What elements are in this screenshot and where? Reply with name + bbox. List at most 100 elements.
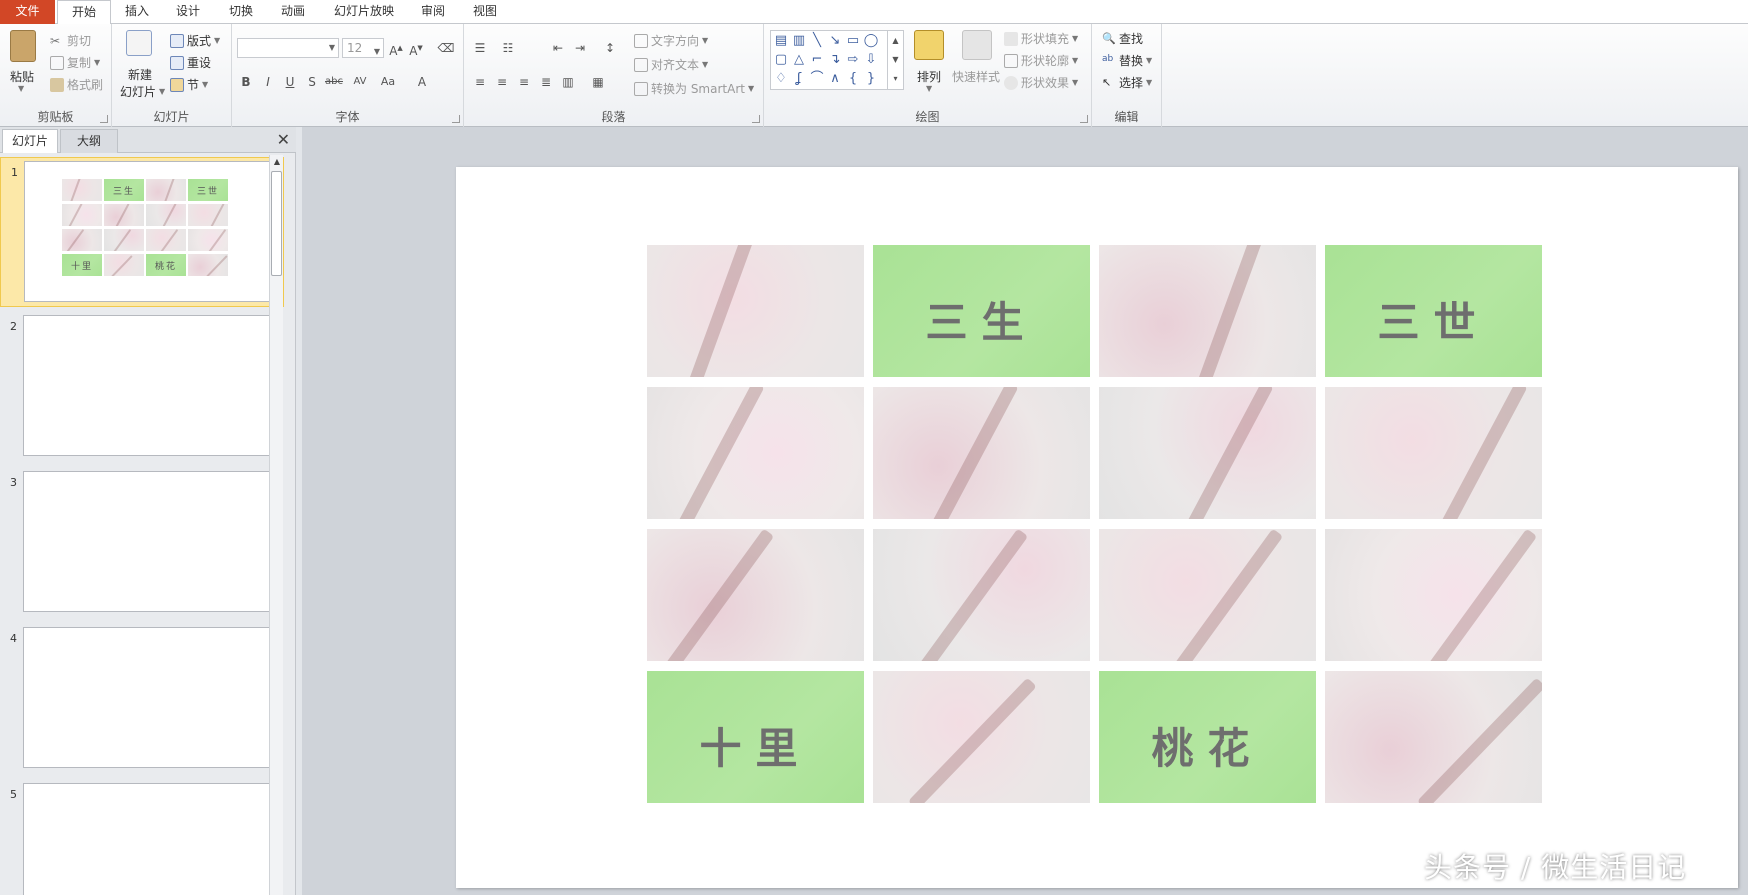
right-arrow-shape-icon[interactable]: ⇨ (845, 52, 861, 68)
new-slide-button[interactable]: 新建 (128, 66, 152, 83)
elbow-connector-shape-icon[interactable]: ⌐ (809, 52, 825, 68)
convert-smartart-button[interactable]: 转换为 SmartArt ▼ (634, 80, 754, 97)
scroll-up-arrow-icon[interactable]: ▲ (270, 155, 284, 169)
slide-tile-8 (1325, 387, 1542, 519)
oval-shape-icon[interactable]: ◯ (863, 33, 879, 49)
slide-thumbnail-4[interactable]: 4 (0, 624, 284, 774)
arrow-line-shape-icon[interactable]: ↘ (827, 33, 843, 49)
line-shape-icon[interactable]: ╲ (809, 33, 825, 49)
tab-view[interactable]: 视图 (462, 0, 508, 24)
tab-design[interactable]: 设计 (165, 0, 211, 24)
clear-formatting-icon[interactable]: ⌫ (436, 38, 456, 58)
paste-dropdown-icon[interactable]: ▼ (18, 84, 24, 93)
text-direction-button[interactable]: 文字方向 ▼ (634, 32, 708, 49)
shape-fill-button[interactable]: 形状填充 ▼ (1004, 30, 1078, 47)
change-case-icon[interactable]: Aa (378, 72, 398, 92)
rounded-rect-shape-icon[interactable]: ▢ (773, 52, 789, 68)
tab-transitions[interactable]: 切换 (218, 0, 264, 24)
select-button[interactable]: ↖ 选择 ▼ (1102, 74, 1152, 91)
thumbnail-scrollbar[interactable]: ▲ (269, 155, 283, 895)
find-button[interactable]: 🔍 查找 (1102, 30, 1143, 47)
slide-thumbnail-3[interactable]: 3 (0, 468, 284, 618)
blossom-branch-detail (209, 204, 225, 226)
slide-thumbnail-2[interactable]: 2 (0, 312, 284, 462)
reset-button[interactable]: 重设 (170, 54, 211, 71)
font-size-select[interactable]: 12 ▼ (342, 38, 384, 58)
shapes-gallery[interactable]: ▤ ▥ ╲ ↘ ▭ ◯ ▢ △ ⌐ ↴ ⇨ ⇩ ♢ ʆ ⌒ ∧ { } ▲ ▼ ▾ (770, 30, 904, 90)
layout-button[interactable]: 版式 ▼ (170, 32, 220, 49)
underline-icon[interactable]: U (280, 72, 300, 92)
paste-button[interactable]: 粘贴 (10, 68, 34, 85)
new-slide-dropdown[interactable]: 幻灯片 ▼ (120, 83, 165, 100)
triangle-shape-icon[interactable]: △ (791, 52, 807, 68)
tab-slideshow[interactable]: 幻灯片放映 (326, 0, 402, 24)
font-launcher-icon[interactable] (452, 115, 460, 123)
align-text-button[interactable]: 对齐文本 ▼ (634, 56, 708, 73)
replace-icon: ab (1102, 53, 1114, 64)
cut-button[interactable]: ✂ 剪切 (50, 32, 91, 49)
right-brace-shape-icon[interactable]: } (863, 71, 879, 87)
arrange-dropdown-icon[interactable]: ▼ (926, 84, 932, 93)
pen-outline-icon (1004, 53, 1018, 68)
font-name-dropdown-icon: ▼ (328, 43, 335, 52)
paragraph-launcher-icon[interactable] (752, 115, 760, 123)
tab-outline[interactable]: 大纲 (60, 129, 118, 153)
arrange-button[interactable]: 排列 (917, 68, 941, 85)
clipboard-launcher-icon[interactable] (100, 115, 108, 123)
increase-indent-icon[interactable]: ⇥ (570, 38, 590, 58)
font-color-icon[interactable]: A (412, 72, 432, 92)
copy-button[interactable]: 复制 ▼ (50, 54, 100, 71)
distributed-icon[interactable]: ▥ (558, 72, 578, 92)
slide-thumbnail-preview (23, 627, 273, 768)
bullets-icon[interactable]: ☰ (470, 38, 490, 58)
strikethrough-icon[interactable]: abc (324, 72, 344, 92)
group-label-font: 字体 (335, 110, 360, 124)
columns-icon[interactable]: ▦ (588, 72, 608, 92)
tab-review[interactable]: 审阅 (410, 0, 456, 24)
elbow-arrow-shape-icon[interactable]: ↴ (827, 52, 843, 68)
slide-thumbnail-1[interactable]: 1 三生 三世 十里 桃花 (0, 157, 284, 307)
tile-caption: 三世 (1377, 298, 1490, 347)
italic-icon[interactable]: I (258, 72, 278, 92)
section-button[interactable]: 节 ▼ (170, 76, 208, 93)
freeform-shape-icon[interactable]: ♢ (773, 71, 789, 87)
current-slide[interactable]: 三生 三世 十里 桃花 (456, 167, 1738, 888)
tab-animations[interactable]: 动画 (270, 0, 316, 24)
character-spacing-icon[interactable]: AV (350, 72, 370, 92)
shapes-gallery-scroll[interactable]: ▲ ▼ ▾ (887, 31, 903, 89)
align-right-icon[interactable]: ≡ (514, 72, 534, 92)
arc-shape-icon[interactable]: ∧ (827, 71, 843, 87)
replace-button[interactable]: ab 替换 ▼ (1102, 52, 1152, 69)
textbox-shape-icon[interactable]: ▤ (773, 33, 789, 49)
left-brace-shape-icon[interactable]: { (845, 71, 861, 87)
vertical-textbox-shape-icon[interactable]: ▥ (791, 33, 807, 49)
close-icon[interactable]: ✕ (277, 130, 290, 149)
shape-effects-button[interactable]: 形状效果 ▼ (1004, 74, 1078, 91)
align-left-icon[interactable]: ≡ (470, 72, 490, 92)
drawing-launcher-icon[interactable] (1080, 115, 1088, 123)
tab-file[interactable]: 文件 (0, 0, 55, 24)
shrink-font-icon[interactable]: A▼ (406, 38, 426, 58)
format-painter-button[interactable]: 格式刷 (50, 76, 103, 93)
text-shadow-icon[interactable]: S (302, 72, 322, 92)
scrollbar-thumb[interactable] (271, 171, 282, 276)
tab-insert[interactable]: 插入 (114, 0, 160, 24)
grow-font-icon[interactable]: A▲ (386, 38, 406, 58)
scribble-shape-icon[interactable]: ʆ (791, 71, 807, 87)
justify-icon[interactable]: ≣ (536, 72, 556, 92)
down-arrow-shape-icon[interactable]: ⇩ (863, 52, 879, 68)
bold-icon[interactable]: B (236, 72, 256, 92)
align-text-label: 对齐文本 (651, 58, 700, 72)
shape-outline-button[interactable]: 形状轮廓 ▼ (1004, 52, 1078, 69)
decrease-indent-icon[interactable]: ⇤ (548, 38, 568, 58)
rectangle-shape-icon[interactable]: ▭ (845, 33, 861, 49)
tab-slides[interactable]: 幻灯片 (2, 129, 58, 153)
font-name-select[interactable]: ▼ (237, 38, 339, 58)
slide-thumbnail-5[interactable]: 5 (0, 780, 284, 895)
align-center-icon[interactable]: ≡ (492, 72, 512, 92)
numbering-icon[interactable]: ☷ (498, 38, 518, 58)
line-spacing-icon[interactable]: ↕ (600, 38, 620, 58)
curve-shape-icon[interactable]: ⌒ (809, 71, 825, 87)
tab-home[interactable]: 开始 (57, 0, 111, 25)
quick-styles-button[interactable]: 快速样式 (952, 68, 1000, 85)
